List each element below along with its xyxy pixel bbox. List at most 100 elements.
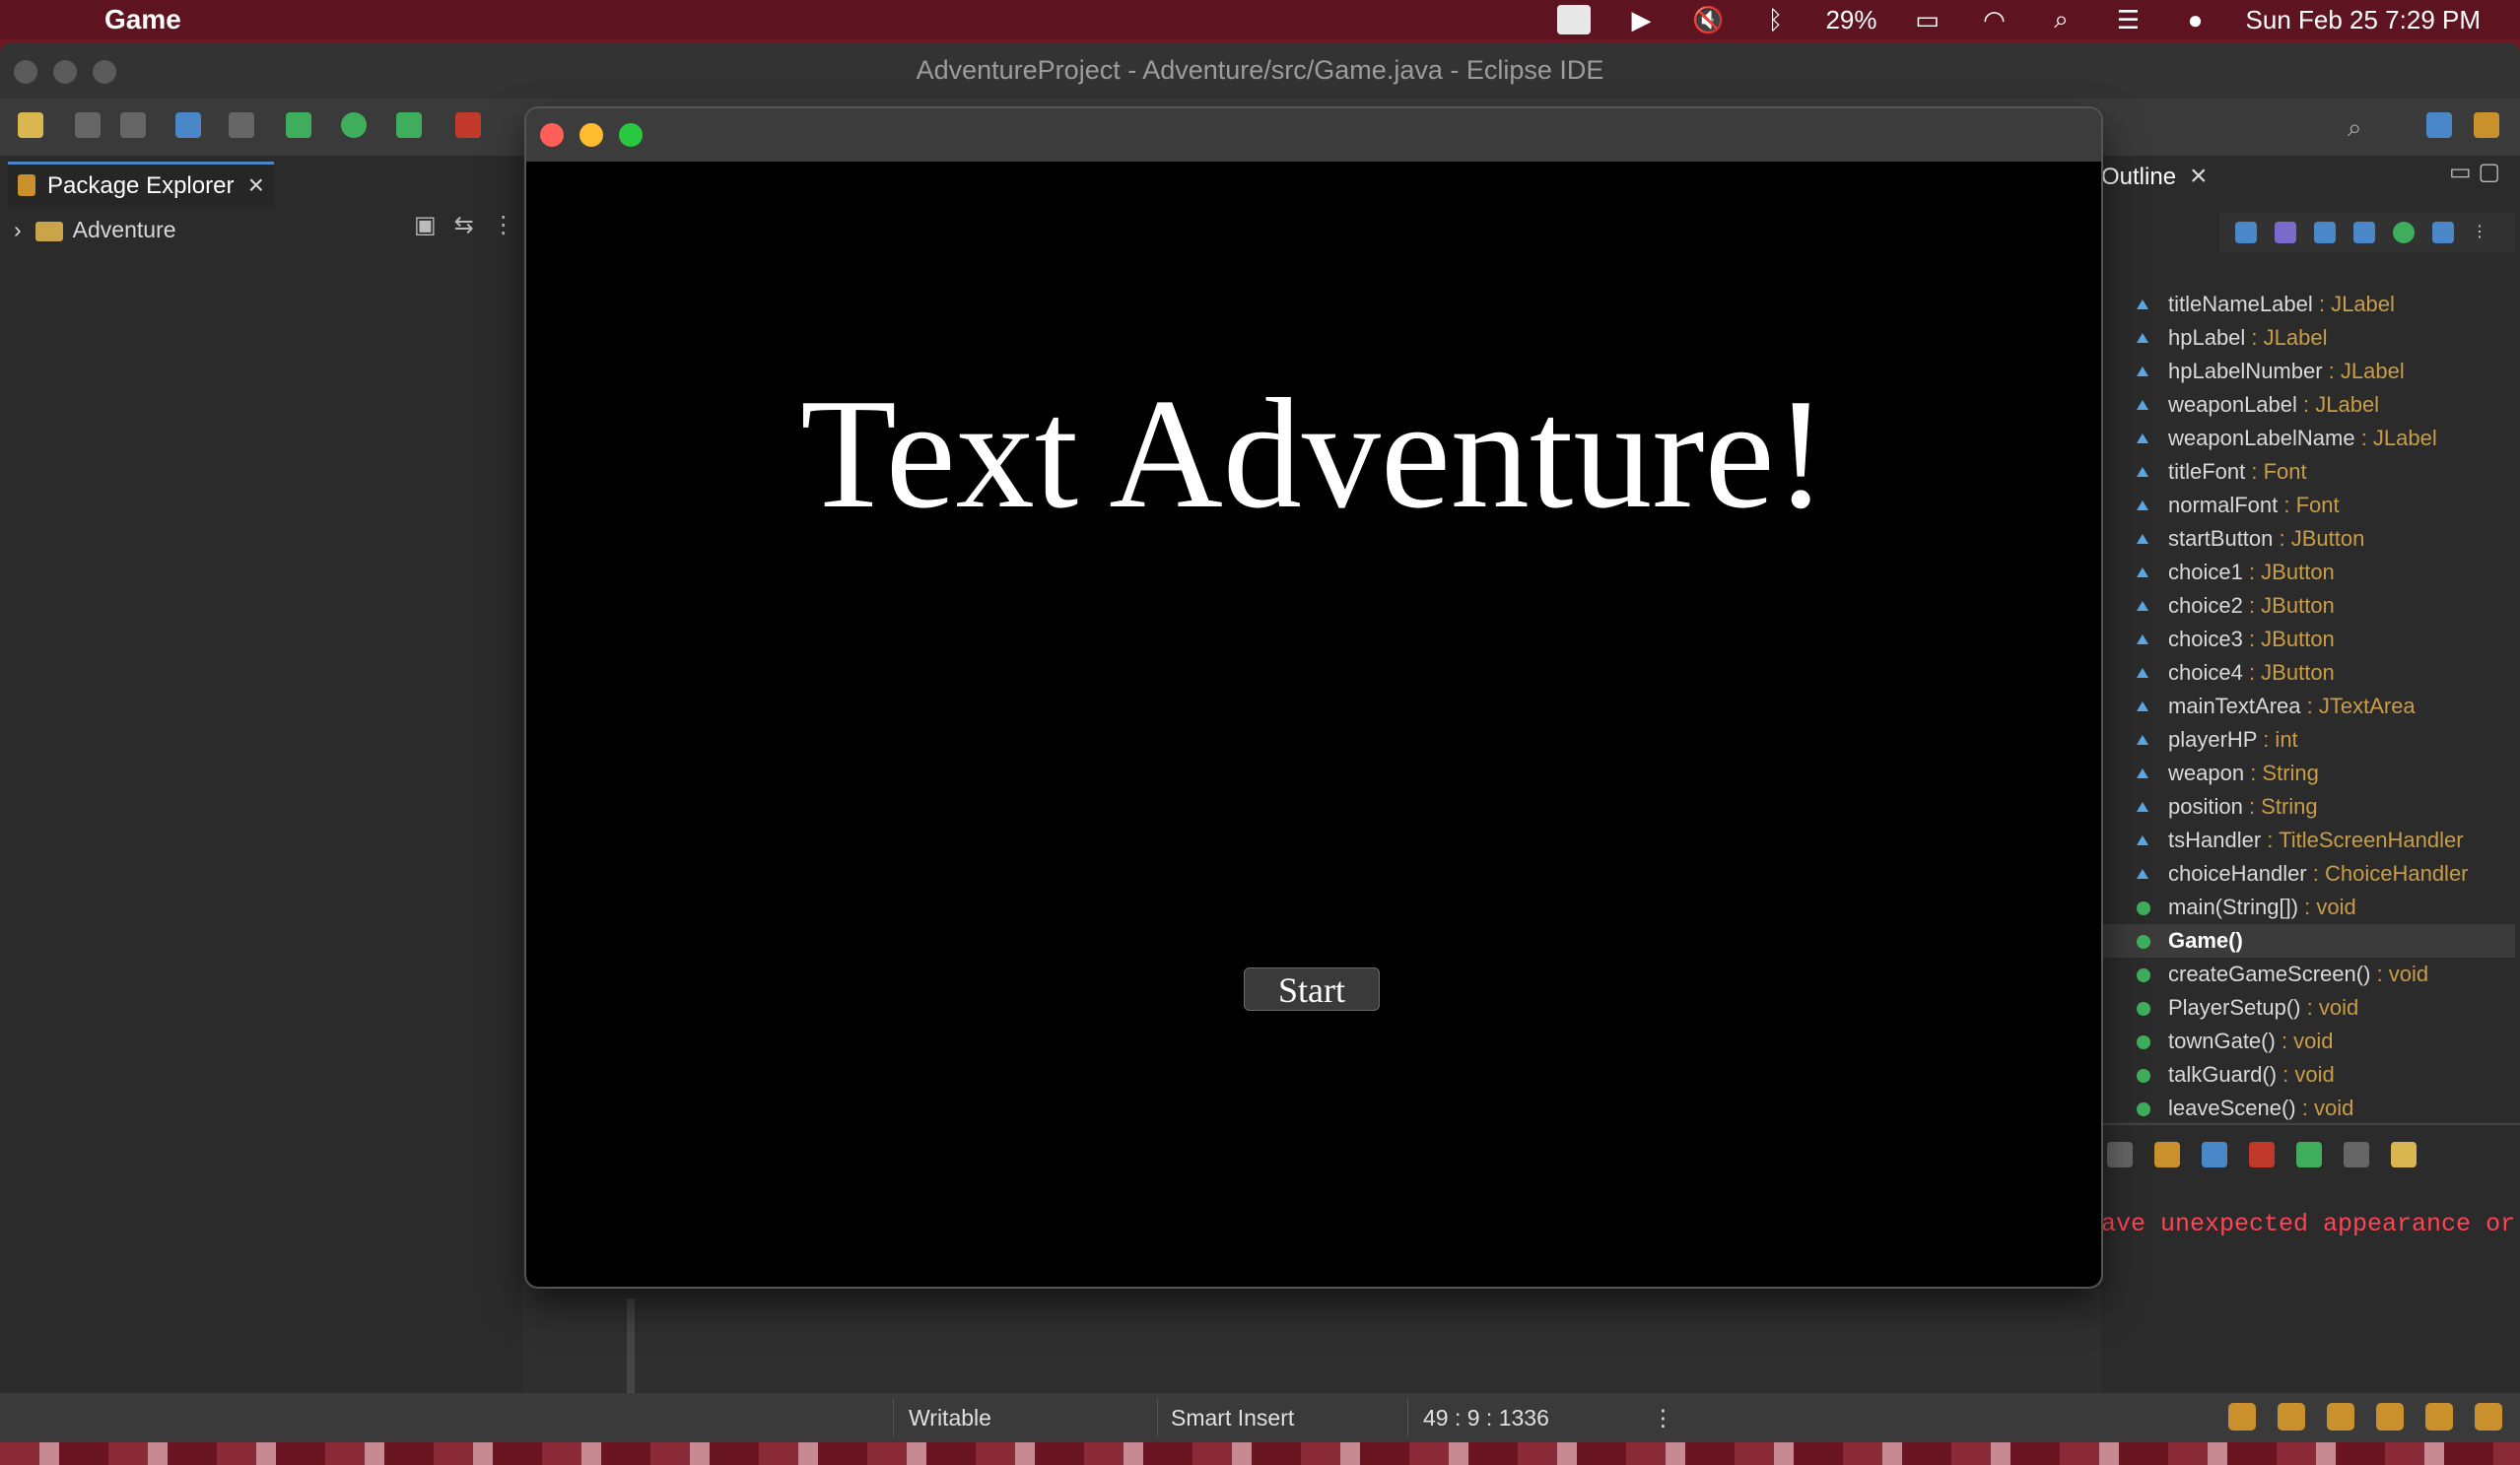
video-icon[interactable]: [1557, 5, 1592, 34]
separator: [1157, 1399, 1158, 1436]
outline-item[interactable]: talkGuard() : void: [2131, 1058, 2515, 1092]
field-icon: [2137, 534, 2148, 544]
save-icon[interactable]: [75, 112, 101, 138]
outline-item[interactable]: choice4 : JButton: [2131, 656, 2515, 690]
start-button[interactable]: Start: [1244, 967, 1380, 1011]
debug-icon[interactable]: [286, 112, 311, 138]
app-name[interactable]: Game: [104, 4, 181, 35]
sort-icon[interactable]: [2275, 222, 2296, 243]
outline-item[interactable]: choice1 : JButton: [2131, 556, 2515, 589]
external-tools-icon[interactable]: [455, 112, 481, 138]
outline-item[interactable]: createGameScreen() : void: [2131, 958, 2515, 991]
mute-icon[interactable]: 🔇: [1691, 5, 1725, 34]
tip-icon[interactable]: [2475, 1403, 2502, 1431]
new-icon[interactable]: [18, 112, 43, 138]
search-icon[interactable]: ⌕: [2348, 112, 2373, 142]
outline-item[interactable]: Game(): [2101, 924, 2515, 958]
view-menu-icon[interactable]: ⋮: [2472, 222, 2493, 243]
tutorials-icon[interactable]: [2327, 1403, 2354, 1431]
outline-item[interactable]: tsHandler : TitleScreenHandler: [2131, 824, 2515, 857]
outline-item[interactable]: weaponLabelName : JLabel: [2131, 422, 2515, 455]
outline-item[interactable]: mainTextArea : JTextArea: [2131, 690, 2515, 723]
editor-divider: [627, 1299, 635, 1397]
outline-item[interactable]: PlayerSetup() : void: [2131, 991, 2515, 1025]
game-title-label: Text Adventure!: [800, 366, 1827, 541]
java-perspective-icon[interactable]: [2474, 112, 2499, 138]
search-icon[interactable]: ⌕: [2045, 4, 2078, 33]
chevron-right-icon[interactable]: ›: [14, 217, 22, 242]
book-icon[interactable]: [2278, 1403, 2305, 1431]
bluetooth-icon[interactable]: ᛒ: [1758, 5, 1792, 34]
wifi-icon[interactable]: ◠: [1978, 5, 2011, 34]
outline-item[interactable]: choiceHandler : ChoiceHandler: [2131, 857, 2515, 891]
outline-item-name: playerHP: [2168, 727, 2258, 752]
hide-local-types-icon[interactable]: [2432, 222, 2454, 243]
link-editor-icon[interactable]: ⇆: [454, 211, 474, 239]
outline-item[interactable]: position : String: [2131, 790, 2515, 824]
zoom-button[interactable]: [619, 123, 643, 147]
outline-item[interactable]: normalFont : Font: [2131, 489, 2515, 522]
tab-outline[interactable]: Outline: [2101, 164, 2176, 191]
save-all-icon[interactable]: [120, 112, 146, 138]
undo-icon[interactable]: [2228, 1403, 2256, 1431]
play-icon[interactable]: ▶: [1624, 5, 1658, 34]
hide-static-icon[interactable]: [2353, 222, 2375, 243]
outline-item[interactable]: choice2 : JButton: [2131, 589, 2515, 623]
display-console-icon[interactable]: [2107, 1142, 2133, 1167]
outline-item[interactable]: weapon : String: [2131, 757, 2515, 790]
wand-icon[interactable]: [2376, 1403, 2404, 1431]
pin-console-icon[interactable]: [2202, 1142, 2227, 1167]
game-titlebar: [526, 108, 2101, 162]
open-console-icon[interactable]: [2296, 1142, 2322, 1167]
collapse-all-icon[interactable]: ▣: [414, 211, 437, 239]
close-button[interactable]: [540, 123, 564, 147]
siri-icon[interactable]: ●: [2179, 5, 2213, 34]
outline-item-type: : void: [2277, 1062, 2335, 1087]
view-menu-icon[interactable]: ⋮: [492, 211, 515, 239]
menubar-clock[interactable]: Sun Feb 25 7:29 PM: [2246, 5, 2481, 35]
outline-item-type: : JLabel: [2354, 426, 2437, 450]
open-perspective-icon[interactable]: [2426, 112, 2452, 138]
outline-item[interactable]: weaponLabel : JLabel: [2131, 388, 2515, 422]
skip-breakpoints-icon[interactable]: [229, 112, 254, 138]
tree-item-adventure[interactable]: › Adventure: [14, 217, 176, 243]
tab-package-explorer[interactable]: Package Explorer ×: [8, 162, 274, 208]
outline-item[interactable]: hpLabelNumber : JLabel: [2131, 355, 2515, 388]
outline-item[interactable]: main(String[]) : void: [2131, 891, 2515, 924]
hide-nonpublic-icon[interactable]: [2393, 222, 2415, 243]
clear-console-icon[interactable]: [2154, 1142, 2180, 1167]
minimize-button[interactable]: [579, 123, 603, 147]
outline-item-type: : String: [2244, 761, 2319, 785]
close-icon[interactable]: ×: [2190, 160, 2208, 193]
terminal-icon[interactable]: [175, 112, 201, 138]
close-icon[interactable]: ×: [248, 169, 264, 201]
package-explorer-icon: [18, 174, 35, 196]
outline-item-name: weapon: [2168, 761, 2245, 785]
hide-fields-icon[interactable]: [2314, 222, 2336, 243]
outline-item[interactable]: leaveScene() : void: [2131, 1092, 2515, 1125]
battery-icon[interactable]: ▭: [1911, 5, 1944, 34]
control-center-icon[interactable]: ☰: [2112, 5, 2145, 34]
outline-item[interactable]: titleNameLabel : JLabel: [2131, 288, 2515, 321]
outline-item[interactable]: choice3 : JButton: [2131, 623, 2515, 656]
outline-header: Outline × ▭ ▢: [2101, 156, 2520, 209]
window-controls-icon[interactable]: ▭ ▢: [2449, 158, 2500, 186]
outline-item[interactable]: townGate() : void: [2131, 1025, 2515, 1058]
field-icon: [2137, 567, 2148, 577]
outline-item[interactable]: playerHP : int: [2131, 723, 2515, 757]
outline-item[interactable]: hpLabel : JLabel: [2131, 321, 2515, 355]
method-icon: [2137, 968, 2150, 982]
outline-item-type: : JLabel: [2312, 292, 2395, 316]
terminate-icon[interactable]: [2249, 1142, 2275, 1167]
outline-item[interactable]: startButton : JButton: [2131, 522, 2515, 556]
status-bar: Writable Smart Insert 49 : 9 : 1336 ⋮: [0, 1393, 2520, 1442]
outline-item[interactable]: titleFont : Font: [2131, 455, 2515, 489]
select-console-icon[interactable]: [2344, 1142, 2369, 1167]
status-menu-icon[interactable]: ⋮: [1652, 1405, 1674, 1432]
collapse-all-icon[interactable]: [2235, 222, 2257, 243]
field-icon: [2137, 433, 2148, 443]
help-icon[interactable]: [2425, 1403, 2453, 1431]
coverage-icon[interactable]: [396, 112, 422, 138]
run-icon[interactable]: [341, 112, 367, 138]
new-console-icon[interactable]: [2391, 1142, 2417, 1167]
